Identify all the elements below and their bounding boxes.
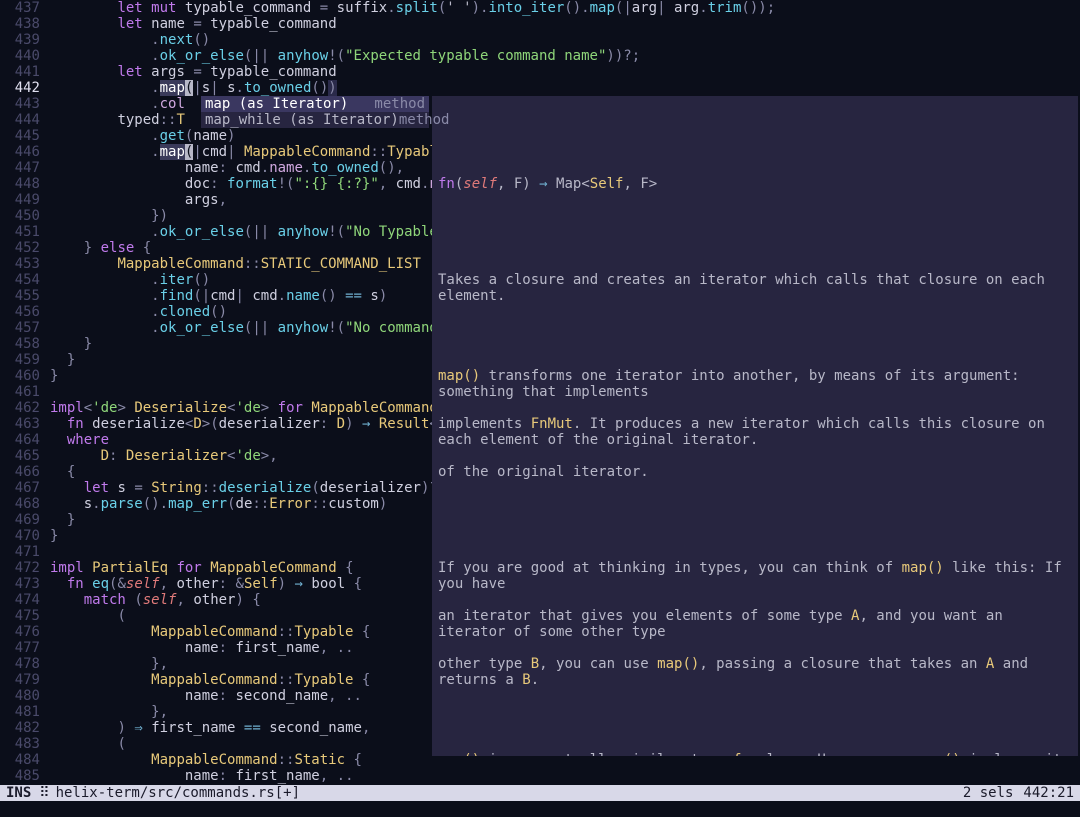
line-number: 456 — [0, 304, 40, 320]
line-number: 455 — [0, 288, 40, 304]
line-number: 466 — [0, 464, 40, 480]
line-number: 479 — [0, 672, 40, 688]
code-line[interactable]: .next() — [50, 32, 775, 48]
code-line[interactable]: .ok_or_else(|| anyhow!("Expected typable… — [50, 48, 775, 64]
line-number: 458 — [0, 336, 40, 352]
line-number: 481 — [0, 704, 40, 720]
code-line[interactable]: let name = typable_command — [50, 16, 775, 32]
doc-paragraph: map() is conceptually similar to a for l… — [438, 752, 1072, 756]
line-number: 462 — [0, 400, 40, 416]
line-number: 482 — [0, 720, 40, 736]
line-number: 483 — [0, 736, 40, 752]
line-number: 437 — [0, 0, 40, 16]
line-number: 457 — [0, 320, 40, 336]
line-number: 465 — [0, 448, 40, 464]
editor-mode: INS — [6, 785, 31, 801]
line-number: 444 — [0, 112, 40, 128]
autocomplete-popup[interactable]: map (as Iterator)methodmap_while (as Ite… — [201, 96, 429, 128]
code-line[interactable]: name: first_name, .. — [50, 768, 775, 784]
line-number: 443 — [0, 96, 40, 112]
line-number: 470 — [0, 528, 40, 544]
selection-count: 2 sels — [963, 785, 1014, 801]
line-number: 467 — [0, 480, 40, 496]
line-number: 468 — [0, 496, 40, 512]
line-number-gutter: 4374384394404414424434444454464474484494… — [0, 0, 44, 784]
doc-paragraph: Takes a closure and creates an iterator … — [438, 272, 1072, 288]
line-number: 460 — [0, 368, 40, 384]
line-number: 472 — [0, 560, 40, 576]
autocomplete-item[interactable]: map (as Iterator)method — [201, 96, 429, 112]
line-number: 446 — [0, 144, 40, 160]
line-number: 459 — [0, 352, 40, 368]
line-number: 441 — [0, 64, 40, 80]
line-number: 484 — [0, 752, 40, 768]
line-number: 476 — [0, 624, 40, 640]
line-number: 469 — [0, 512, 40, 528]
autocomplete-item[interactable]: map_while (as Iterator)method — [201, 112, 429, 128]
file-path: helix-term/src/commands.rs[+] — [56, 785, 300, 801]
line-number: 471 — [0, 544, 40, 560]
code-line[interactable]: let args = typable_command — [50, 64, 775, 80]
documentation-panel: fn(self, F) → Map<Self, F> Takes a closu… — [432, 96, 1078, 756]
line-number: 445 — [0, 128, 40, 144]
line-number: 439 — [0, 32, 40, 48]
doc-paragraph: If you are good at thinking in types, yo… — [438, 560, 1072, 576]
line-number: 474 — [0, 592, 40, 608]
line-number: 438 — [0, 16, 40, 32]
line-number: 464 — [0, 432, 40, 448]
line-number: 442 — [0, 80, 40, 96]
line-number: 463 — [0, 416, 40, 432]
status-bar: INS ⠿ helix-term/src/commands.rs[+] 2 se… — [0, 785, 1080, 801]
line-number: 453 — [0, 256, 40, 272]
line-number: 451 — [0, 224, 40, 240]
cursor-position: 442:21 — [1023, 785, 1074, 801]
line-number: 452 — [0, 240, 40, 256]
line-number: 473 — [0, 576, 40, 592]
spinner-icon: ⠿ — [39, 785, 47, 801]
code-line[interactable]: .map(|s| s.to_owned()) — [50, 80, 775, 96]
line-number: 450 — [0, 208, 40, 224]
line-number: 480 — [0, 688, 40, 704]
doc-signature: fn(self, F) → Map<Self, F> — [438, 176, 1072, 192]
line-number: 477 — [0, 640, 40, 656]
line-number: 485 — [0, 768, 40, 784]
line-number: 475 — [0, 608, 40, 624]
line-number: 448 — [0, 176, 40, 192]
line-number: 447 — [0, 160, 40, 176]
line-number: 478 — [0, 656, 40, 672]
doc-paragraph: map() transforms one iterator into anoth… — [438, 368, 1072, 384]
line-number: 461 — [0, 384, 40, 400]
code-line[interactable]: let mut typable_command = suffix.split('… — [50, 0, 775, 16]
line-number: 440 — [0, 48, 40, 64]
line-number: 454 — [0, 272, 40, 288]
editor-viewport[interactable]: 4374384394404414424434444454464474484494… — [0, 0, 1080, 785]
line-number: 449 — [0, 192, 40, 208]
